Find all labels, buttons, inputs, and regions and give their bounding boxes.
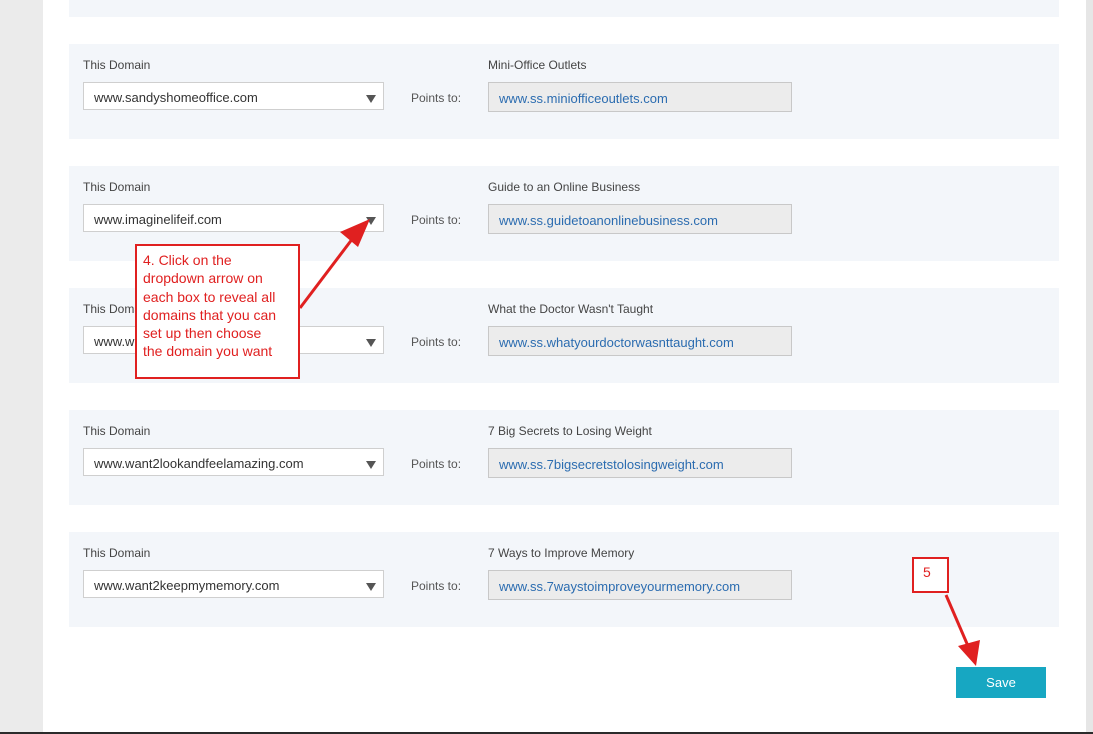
callout-line: each box to reveal all <box>143 288 276 305</box>
step-5-marker: 5 <box>912 557 949 593</box>
callout-arrow-icon <box>298 219 370 309</box>
callout-line: domains that you can <box>143 306 277 323</box>
callout-line: 4. Click on the <box>143 252 232 268</box>
callout-line: set up then choose <box>143 325 262 342</box>
instruction-callout: 4. Click on the dropdown arrow on each b… <box>135 244 300 379</box>
callout-line: the domain you want <box>143 343 273 360</box>
callout-line: dropdown arrow on <box>143 270 263 287</box>
save-button[interactable]: Save <box>956 667 1046 698</box>
step5-arrow-icon <box>944 594 980 666</box>
